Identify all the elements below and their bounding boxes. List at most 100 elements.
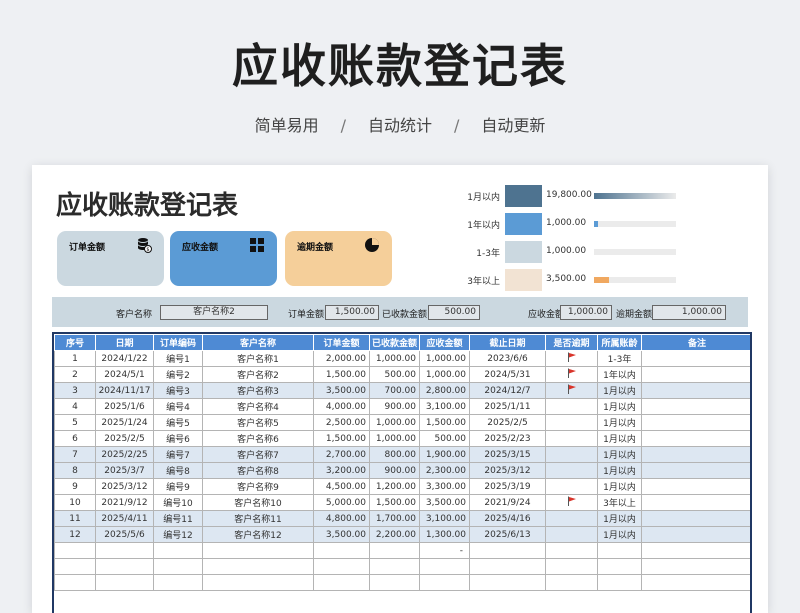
table-cell[interactable] [313, 542, 370, 559]
table-cell[interactable] [153, 558, 203, 575]
table-cell[interactable]: 客户名称7 [202, 446, 314, 463]
table-cell[interactable] [54, 542, 96, 559]
table-cell[interactable]: 2 [54, 366, 96, 383]
table-cell[interactable] [545, 542, 598, 559]
table-cell[interactable]: 2025/3/15 [469, 446, 546, 463]
table-cell[interactable]: 2,200.00 [369, 526, 420, 543]
table-cell[interactable]: 11 [54, 510, 96, 527]
table-cell[interactable]: 2025/2/23 [469, 430, 546, 447]
table-cell[interactable]: 3,500.00 [419, 494, 470, 511]
table-cell[interactable]: 800.00 [369, 446, 420, 463]
table-cell[interactable] [369, 558, 420, 575]
table-cell[interactable]: 2023/6/6 [469, 350, 546, 367]
table-cell[interactable]: 1,700.00 [369, 510, 420, 527]
table-cell[interactable]: 1,000.00 [419, 350, 470, 367]
overdue-cell[interactable] [545, 494, 598, 511]
customer-select[interactable]: 客户名称2 [160, 305, 268, 320]
table-row[interactable]: 5 2025/1/24 编号5 客户名称5 2,500.00 1,000.00 1,500.… [54, 414, 750, 431]
table-cell[interactable]: 1月以内 [597, 462, 642, 479]
table-cell[interactable]: 1月以内 [597, 526, 642, 543]
table-cell[interactable]: 900.00 [369, 398, 420, 415]
overdue-cell[interactable] [545, 398, 598, 415]
table-cell[interactable]: 4,800.00 [313, 510, 370, 527]
table-row[interactable]: 11 2025/4/11 编号11 客户名称11 4,800.00 1,700.00 3,1… [54, 510, 750, 527]
table-cell[interactable]: 2025/3/12 [95, 478, 154, 495]
column-header[interactable]: 序号 [54, 334, 96, 351]
table-cell[interactable]: 2025/1/11 [469, 398, 546, 415]
table-cell[interactable]: 2025/6/13 [469, 526, 546, 543]
table-cell[interactable] [641, 446, 750, 463]
overdue-cell[interactable] [545, 414, 598, 431]
table-cell[interactable]: 2025/3/12 [469, 462, 546, 479]
overdue-amount-card[interactable]: 逾期金额 [285, 231, 392, 286]
table-cell[interactable]: 9 [54, 478, 96, 495]
table-row[interactable]: 10 2021/9/12 编号10 客户名称10 5,000.00 1,500.00 3,5… [54, 494, 750, 511]
column-header[interactable]: 已收款金额 [369, 334, 420, 351]
table-cell[interactable]: 2,000.00 [313, 350, 370, 367]
table-cell[interactable]: 2025/4/11 [95, 510, 154, 527]
table-cell[interactable] [641, 414, 750, 431]
table-cell[interactable]: 2025/3/7 [95, 462, 154, 479]
table-cell[interactable]: 1月以内 [597, 430, 642, 447]
table-cell[interactable] [641, 542, 750, 559]
overdue-cell[interactable] [545, 382, 598, 399]
table-row[interactable]: 7 2025/2/25 编号7 客户名称7 2,700.00 800.00 1,900.00… [54, 446, 750, 463]
table-cell[interactable]: 2,700.00 [313, 446, 370, 463]
table-cell[interactable]: 客户名称1 [202, 350, 314, 367]
table-cell[interactable] [202, 558, 314, 575]
table-cell[interactable]: 2024/5/31 [469, 366, 546, 383]
table-cell[interactable]: 2,800.00 [419, 382, 470, 399]
table-cell[interactable]: 1月以内 [597, 446, 642, 463]
table-cell[interactable]: 编号6 [153, 430, 203, 447]
overdue-cell[interactable] [545, 446, 598, 463]
table-cell[interactable] [545, 558, 598, 575]
table-cell[interactable] [54, 558, 96, 575]
table-cell[interactable]: 客户名称4 [202, 398, 314, 415]
table-cell[interactable]: 10 [54, 494, 96, 511]
column-header[interactable]: 所属账龄 [597, 334, 642, 351]
table-cell[interactable]: 3,300.00 [419, 478, 470, 495]
table-cell[interactable] [545, 574, 598, 591]
table-cell[interactable]: 1月以内 [597, 478, 642, 495]
table-cell[interactable]: 1,000.00 [369, 430, 420, 447]
table-cell[interactable] [597, 574, 642, 591]
column-header[interactable]: 日期 [95, 334, 154, 351]
table-row[interactable]: 9 2025/3/12 编号9 客户名称9 4,500.00 1,200.00 3,300.… [54, 478, 750, 495]
table-cell[interactable] [641, 350, 750, 367]
overdue-cell[interactable] [545, 526, 598, 543]
table-cell[interactable]: 1月以内 [597, 414, 642, 431]
overdue-cell[interactable] [545, 510, 598, 527]
order-amount-card[interactable]: 订单金额 $ [57, 231, 164, 286]
table-cell[interactable]: 2025/2/5 [469, 414, 546, 431]
table-cell[interactable]: 编号11 [153, 510, 203, 527]
table-cell[interactable] [641, 462, 750, 479]
overdue-cell[interactable] [545, 478, 598, 495]
table-cell[interactable]: 编号5 [153, 414, 203, 431]
table-cell[interactable]: 客户名称3 [202, 382, 314, 399]
table-cell[interactable]: 4,500.00 [313, 478, 370, 495]
column-header[interactable]: 是否逾期 [545, 334, 598, 351]
table-cell[interactable]: 1,500.00 [419, 414, 470, 431]
table-cell[interactable] [597, 558, 642, 575]
table-cell[interactable] [641, 558, 750, 575]
table-cell[interactable]: 1 [54, 350, 96, 367]
table-cell[interactable]: 1,500.00 [313, 366, 370, 383]
column-header[interactable]: 订单金额 [313, 334, 370, 351]
table-cell[interactable]: 1,200.00 [369, 478, 420, 495]
table-cell[interactable] [95, 558, 154, 575]
table-cell[interactable]: 客户名称11 [202, 510, 314, 527]
table-cell[interactable] [369, 542, 420, 559]
column-header[interactable]: 备注 [641, 334, 750, 351]
table-cell[interactable] [369, 574, 420, 591]
table-cell[interactable] [641, 366, 750, 383]
table-cell[interactable]: 编号7 [153, 446, 203, 463]
table-cell[interactable]: 编号12 [153, 526, 203, 543]
table-cell[interactable]: 2025/4/16 [469, 510, 546, 527]
table-cell[interactable]: 1月以内 [597, 398, 642, 415]
table-cell[interactable]: 1,500.00 [369, 494, 420, 511]
table-cell[interactable] [202, 542, 314, 559]
table-cell[interactable]: 1月以内 [597, 382, 642, 399]
table-cell[interactable]: 4,000.00 [313, 398, 370, 415]
table-cell[interactable]: 6 [54, 430, 96, 447]
table-cell[interactable]: - [419, 542, 470, 559]
